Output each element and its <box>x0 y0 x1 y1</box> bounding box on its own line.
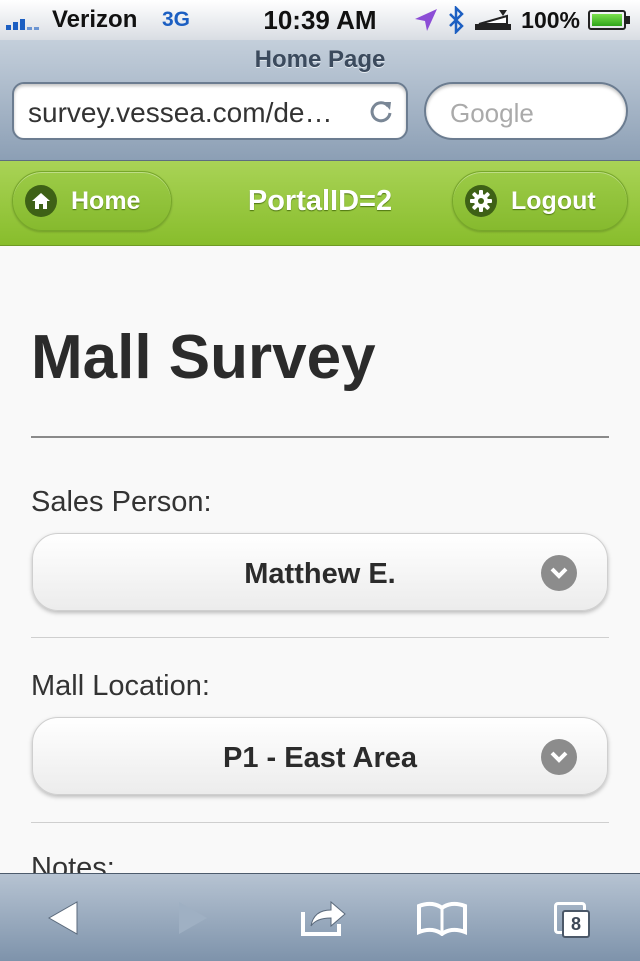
battery-icon <box>588 10 630 30</box>
share-button[interactable] <box>296 894 352 942</box>
logout-button[interactable]: Logout <box>452 171 628 231</box>
chevron-down-icon <box>541 739 577 775</box>
app-header: Home PortalID=2 Logout <box>0 161 640 246</box>
bookmarks-button[interactable] <box>414 894 470 942</box>
title-divider <box>31 436 609 438</box>
bookmarks-icon <box>417 901 467 936</box>
battery-percent: 100% <box>521 6 580 33</box>
search-input[interactable]: Google <box>424 82 628 140</box>
gear-icon <box>465 185 497 217</box>
url-text: survey.vessea.com/de… <box>28 97 333 128</box>
bluetooth-icon <box>449 6 464 34</box>
back-button[interactable] <box>36 894 92 942</box>
chevron-down-icon <box>541 555 577 591</box>
mall-location-value: P1 - East Area <box>223 742 417 774</box>
sales-person-select[interactable]: Matthew E. <box>32 533 608 611</box>
status-bar: Verizon 3G 10:39 AM 100% <box>0 0 640 40</box>
reload-icon[interactable] <box>368 98 394 124</box>
forward-icon <box>179 902 207 934</box>
mall-location-label: Mall Location: <box>31 670 210 702</box>
mall-location-select[interactable]: P1 - East Area <box>32 717 608 795</box>
field-divider <box>31 822 609 823</box>
sales-person-value: Matthew E. <box>244 558 396 590</box>
tabs-icon: 8 <box>548 896 596 940</box>
alarm-icon <box>475 10 512 30</box>
back-icon <box>47 901 78 935</box>
share-icon <box>301 900 346 936</box>
form-title: Mall Survey <box>31 323 376 392</box>
url-field[interactable]: survey.vessea.com/de… <box>12 82 408 140</box>
logout-button-label: Logout <box>511 186 596 215</box>
location-icon <box>415 9 438 31</box>
tabs-count: 8 <box>562 910 590 938</box>
page-title: Home Page <box>254 46 386 73</box>
forward-button[interactable] <box>164 894 220 942</box>
tabs-button[interactable]: 8 <box>544 894 600 942</box>
sales-person-label: Sales Person: <box>31 486 212 518</box>
field-divider <box>31 637 609 638</box>
browser-chrome: Home Page survey.vessea.com/de… Google <box>0 40 640 161</box>
search-placeholder: Google <box>450 98 534 128</box>
browser-toolbar: 8 <box>0 873 640 961</box>
